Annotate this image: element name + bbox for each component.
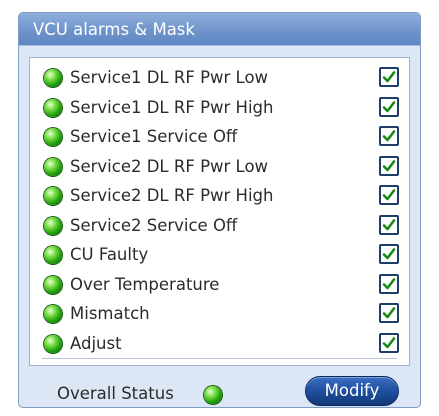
checkmark-icon <box>382 248 396 260</box>
alarm-label: Service2 Service Off <box>70 215 238 235</box>
mask-checkbox[interactable] <box>379 214 399 235</box>
status-led-icon <box>44 187 62 205</box>
alarm-row: CU Faulty <box>30 241 409 271</box>
status-led-icon <box>44 246 62 264</box>
checkmark-icon <box>382 130 396 142</box>
alarm-row: Service1 Service Off <box>30 123 409 153</box>
status-led-icon <box>44 305 62 323</box>
status-led-icon <box>44 157 62 176</box>
alarm-row: Service2 DL RF Pwr Low <box>30 153 409 183</box>
mask-checkbox[interactable] <box>379 244 399 264</box>
alarm-row: Service1 DL RF Pwr Low <box>30 64 409 94</box>
divider <box>42 358 397 359</box>
alarm-list: Service1 DL RF Pwr Low Service1 DL RF Pw… <box>29 57 410 366</box>
status-led-icon <box>44 275 62 294</box>
alarm-label: Service2 DL RF Pwr High <box>70 186 274 205</box>
checkmark-icon <box>382 71 396 83</box>
checkmark-icon <box>382 336 396 348</box>
panel-title: VCU alarms & Mask <box>19 13 420 46</box>
mask-checkbox[interactable] <box>379 273 399 294</box>
status-led-icon <box>44 69 62 87</box>
mask-checkbox[interactable] <box>379 67 399 87</box>
mask-checkbox[interactable] <box>379 155 399 176</box>
alarm-label: Service1 DL RF Pwr High <box>70 97 274 117</box>
status-led-icon <box>44 334 62 353</box>
overall-status-led-icon <box>204 386 222 404</box>
vcu-alarms-panel: VCU alarms & Mask Service1 DL RF Pwr Low… <box>18 12 421 408</box>
checkmark-icon <box>382 100 396 112</box>
status-led-icon <box>44 216 62 235</box>
alarm-label: Over Temperature <box>70 274 220 294</box>
mask-checkbox[interactable] <box>379 332 399 353</box>
alarm-label: Mismatch <box>70 304 150 323</box>
alarm-label: Service2 DL RF Pwr Low <box>70 156 269 176</box>
checkmark-icon <box>382 218 396 230</box>
alarm-row: Service2 Service Off <box>30 212 409 242</box>
alarm-row: Service1 DL RF Pwr High <box>30 94 409 124</box>
status-led-icon <box>44 98 62 117</box>
alarm-row: Over Temperature <box>30 271 409 301</box>
alarm-label: Service1 DL RF Pwr Low <box>70 68 269 87</box>
checkmark-icon <box>382 189 396 201</box>
alarm-row: Mismatch <box>30 300 409 330</box>
status-led-icon <box>44 128 62 146</box>
alarm-label: CU Faulty <box>70 245 149 264</box>
mask-checkbox[interactable] <box>379 303 399 323</box>
overall-status-label: Overall Status <box>57 384 174 403</box>
mask-checkbox[interactable] <box>379 96 399 117</box>
mask-checkbox[interactable] <box>379 185 399 205</box>
alarm-label: Adjust <box>70 333 122 353</box>
checkmark-icon <box>382 277 396 289</box>
alarm-label: Service1 Service Off <box>70 127 238 146</box>
checkmark-icon <box>382 159 396 171</box>
mask-checkbox[interactable] <box>379 126 399 146</box>
modify-button[interactable]: Modify <box>305 376 399 406</box>
checkmark-icon <box>382 307 396 319</box>
alarm-row: Service2 DL RF Pwr High <box>30 182 409 212</box>
alarm-row: Adjust <box>30 330 409 360</box>
